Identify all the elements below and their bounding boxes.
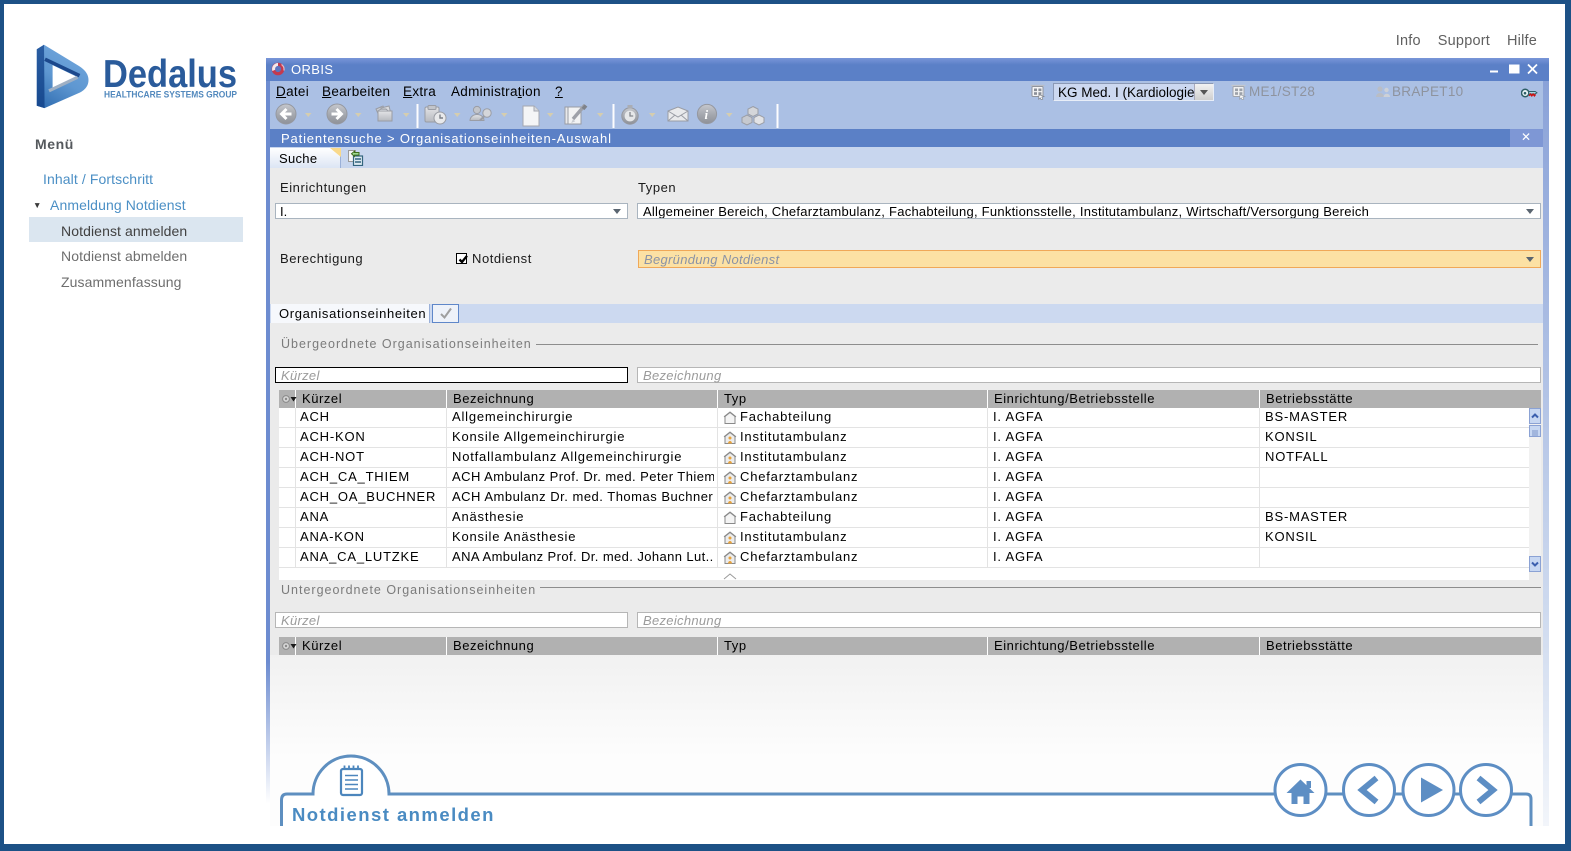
- svg-text:HEALTHCARE SYSTEMS GROUP: HEALTHCARE SYSTEMS GROUP: [104, 90, 238, 101]
- svg-text:i: i: [705, 107, 709, 122]
